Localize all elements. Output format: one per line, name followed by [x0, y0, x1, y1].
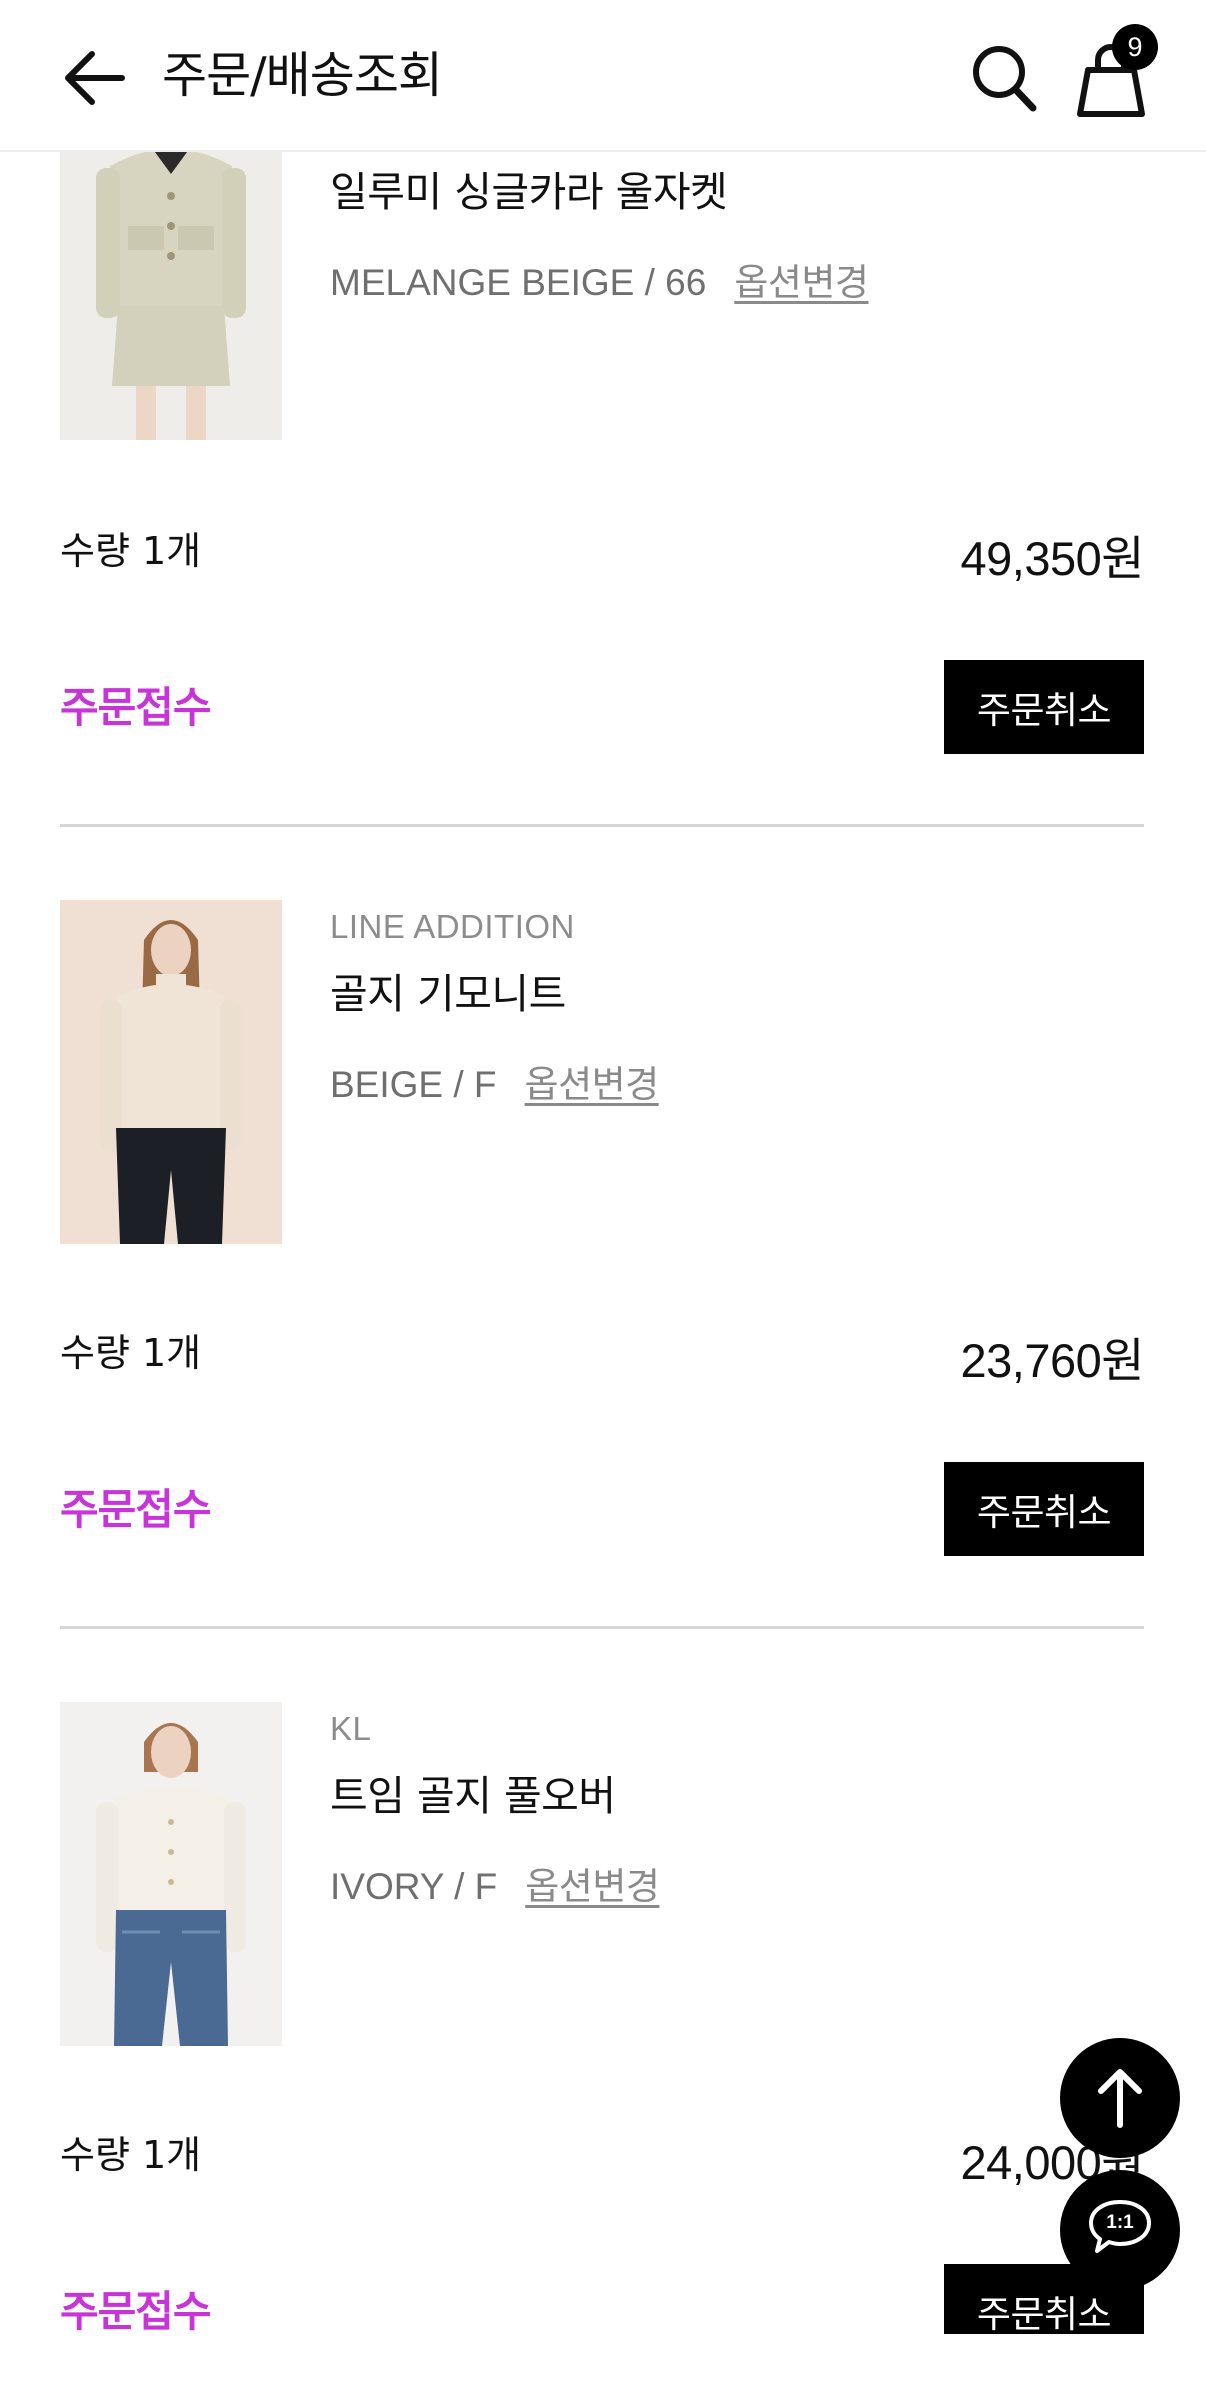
brand-name: LINE ADDITION: [330, 908, 575, 945]
product-option: BEIGE / F: [330, 1064, 497, 1105]
order-item: LINE ADDITION 골지 기모니트 BEIGE / F 옵션변경 수량 …: [0, 898, 1206, 1700]
product-name[interactable]: 트임 골지 풀오버: [330, 1762, 616, 1822]
option-change-link[interactable]: 옵션변경: [525, 1856, 660, 1910]
chat-label: 1:1: [1106, 2212, 1134, 2233]
search-button[interactable]: [966, 38, 1042, 118]
chat-button[interactable]: 1:1: [1060, 2170, 1180, 2290]
price-amount: 49,350: [960, 532, 1102, 585]
cancel-order-button[interactable]: 주문취소: [944, 1462, 1144, 1556]
price-amount: 23,760: [960, 1334, 1102, 1387]
back-button[interactable]: [56, 40, 132, 116]
price: 23,760원: [960, 1322, 1144, 1391]
product-option-row: MELANGE BEIGE / 66 옵션변경: [330, 252, 869, 306]
product-image[interactable]: [60, 1702, 282, 2046]
product-option-row: IVORY / F 옵션변경: [330, 1856, 660, 1910]
search-icon: [973, 46, 1037, 112]
option-change-link[interactable]: 옵션변경: [734, 252, 869, 306]
product-name[interactable]: 골지 기모니트: [330, 960, 566, 1020]
option-change-link[interactable]: 옵션변경: [525, 1054, 660, 1108]
scroll-to-top-button[interactable]: [1060, 2038, 1180, 2158]
product-image[interactable]: [60, 900, 282, 1244]
quantity-label: 수량 1개: [60, 529, 202, 573]
arrow-left-icon: [65, 51, 125, 105]
product-option-row: BEIGE / F 옵션변경: [330, 1054, 659, 1108]
arrow-up-icon: [1098, 2069, 1142, 2128]
price-amount: 24,000: [960, 2136, 1102, 2189]
price: 49,350원: [960, 520, 1144, 589]
product-name[interactable]: 일루미 싱글카라 울자켓: [330, 158, 728, 218]
page-title: 주문/배송조회: [162, 47, 443, 104]
order-status: 주문접수: [60, 683, 212, 732]
brand-name: KL: [330, 1710, 372, 1747]
divider: [60, 1626, 1144, 1629]
product-option: IVORY / F: [330, 1866, 498, 1907]
cart-button[interactable]: 9: [1070, 24, 1160, 120]
quantity-label: 수량 1개: [60, 1331, 202, 1375]
order-item: 일루미 싱글카라 울자켓 MELANGE BEIGE / 66 옵션변경 수량 …: [0, 96, 1206, 898]
cancel-order-button[interactable]: 주문취소: [944, 660, 1144, 754]
cart-count-badge: 9: [1112, 24, 1158, 70]
app-header: 주문/배송조회 9: [0, 0, 1206, 152]
price-unit: 원: [1101, 532, 1144, 587]
order-item: KL 트임 골지 풀오버 IVORY / F 옵션변경 수량 1개 24,000…: [0, 1700, 1206, 2384]
quantity-label: 수량 1개: [60, 2133, 202, 2177]
product-option: MELANGE BEIGE / 66: [330, 262, 707, 303]
divider: [60, 824, 1144, 827]
price-unit: 원: [1101, 1334, 1144, 1389]
bottom-edge: [0, 2334, 1206, 2384]
order-status: 주문접수: [60, 1485, 212, 1534]
order-status: 주문접수: [60, 2287, 212, 2336]
